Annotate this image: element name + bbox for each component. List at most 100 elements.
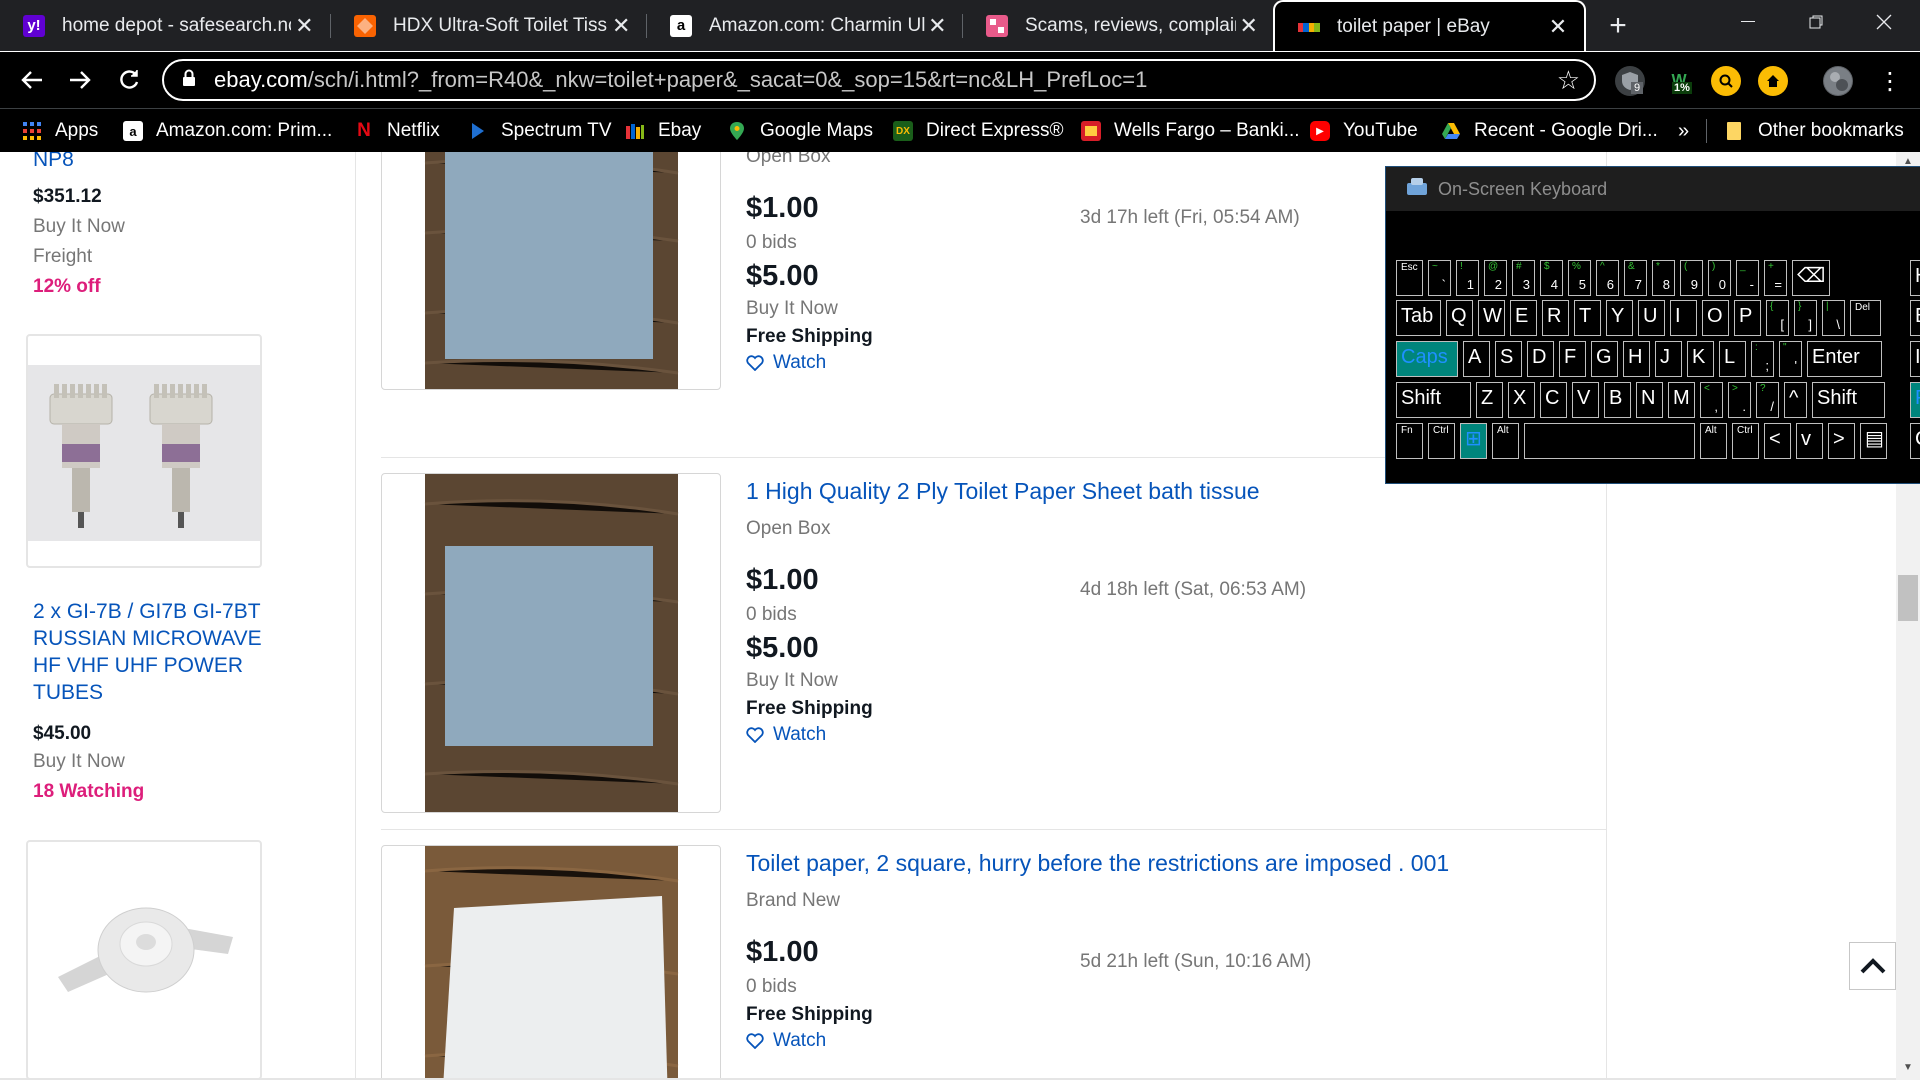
w-extension-icon[interactable]: W 1% — [1664, 66, 1694, 96]
osk-key[interactable]: ) 0 — [1708, 260, 1731, 296]
osk-key[interactable]: H — [1623, 341, 1650, 377]
osk-key[interactable]: ▤ — [1860, 423, 1887, 459]
osk-key[interactable]: Alt — [1700, 423, 1727, 459]
address-bar[interactable]: ebay.com/sch/i.html?_from=R40&_nkw=toile… — [162, 59, 1596, 101]
shield-extension-icon[interactable]: 9 — [1615, 66, 1645, 96]
osk-key[interactable]: R — [1542, 300, 1569, 336]
osk-key[interactable]: Esc — [1396, 260, 1423, 296]
close-window-button[interactable] — [1852, 0, 1916, 44]
search-extension-icon[interactable] — [1711, 66, 1741, 96]
osk-key[interactable]: #3 — [1512, 260, 1535, 296]
osk-key[interactable]: L — [1719, 341, 1746, 377]
osk-key[interactable] — [1524, 423, 1695, 459]
osk-key[interactable]: F — [1559, 341, 1586, 377]
forward-button[interactable] — [60, 60, 100, 100]
osk-key[interactable]: W — [1478, 300, 1505, 336]
menu-icon[interactable]: ⋮ — [1878, 66, 1902, 96]
osk-key[interactable]: Ctrl — [1428, 423, 1455, 459]
osk-key[interactable]: Del — [1850, 300, 1881, 336]
close-icon[interactable]: ✕ — [1236, 13, 1261, 39]
bookmark-direct-express[interactable]: DX Direct Express® — [893, 109, 1064, 153]
osk-key[interactable]: N — [1636, 382, 1663, 418]
osk-key[interactable]: V — [1572, 382, 1599, 418]
osk-key[interactable]: J — [1655, 341, 1682, 377]
osk-key[interactable]: M — [1668, 382, 1695, 418]
bookmark-youtube[interactable]: ▶ YouTube — [1310, 109, 1418, 153]
osk-key[interactable]: D — [1527, 341, 1554, 377]
osk-key[interactable]: ^ — [1784, 382, 1807, 418]
watch-button[interactable]: Watch — [746, 724, 826, 746]
osk-key[interactable]: % 5 — [1568, 260, 1591, 296]
close-icon[interactable]: ✕ — [925, 13, 950, 39]
item-title-link[interactable]: 1 High Quality 2 Ply Toilet Paper Sheet … — [746, 478, 1260, 505]
osk-key[interactable]: $4 — [1540, 260, 1563, 296]
osk-key[interactable]: C — [1910, 423, 1920, 459]
sponsored-item-title[interactable]: NP8 — [33, 152, 74, 173]
back-to-top-button[interactable] — [1849, 942, 1896, 990]
osk-key[interactable]: I — [1670, 300, 1697, 336]
osk-key[interactable]: X — [1508, 382, 1535, 418]
close-icon[interactable]: ✕ — [608, 13, 634, 39]
scrollbar-thumb[interactable] — [1898, 575, 1918, 621]
osk-key[interactable]: ~ ` — [1428, 260, 1451, 296]
osk-key[interactable]: Ctrl — [1732, 423, 1759, 459]
sponsored-item-image-card[interactable] — [26, 840, 262, 1080]
bookmark-google-maps[interactable]: Google Maps — [727, 109, 873, 153]
osk-key[interactable]: In — [1910, 341, 1920, 377]
item-image-card[interactable] — [381, 152, 721, 390]
scroll-down-arrow-icon[interactable]: ▼ — [1903, 1062, 1913, 1073]
osk-key[interactable]: ⊞ — [1460, 423, 1487, 459]
osk-key[interactable]: v — [1796, 423, 1823, 459]
osk-key[interactable]: Y — [1606, 300, 1633, 336]
osk-key[interactable]: Q — [1446, 300, 1473, 336]
osk-key[interactable]: Fn — [1396, 423, 1423, 459]
osk-key[interactable]: S — [1495, 341, 1522, 377]
osk-key[interactable]: " ' — [1779, 341, 1802, 377]
tab-home-depot-search[interactable]: y! home depot - safesearch.nc ✕ — [0, 0, 330, 51]
watch-button[interactable]: Watch — [746, 1030, 826, 1052]
osk-key[interactable]: E — [1510, 300, 1537, 336]
bookmark-ebay[interactable]: Ebay — [625, 109, 701, 153]
osk-key[interactable]: U — [1638, 300, 1665, 336]
osk-key[interactable]: E — [1910, 300, 1920, 336]
osk-key[interactable]: ⌫ — [1792, 260, 1830, 296]
minimize-button[interactable] — [1716, 0, 1780, 44]
sponsored-item-title[interactable]: 2 x GI-7B / GI7B GI-7BT RUSSIAN MICROWAV… — [33, 598, 273, 706]
other-bookmarks-folder[interactable]: Other bookmarks — [1725, 109, 1904, 153]
osk-key[interactable]: O — [1702, 300, 1729, 336]
item-image-card[interactable] — [381, 473, 721, 813]
osk-key[interactable]: G — [1591, 341, 1618, 377]
close-icon[interactable]: ✕ — [1544, 14, 1572, 40]
item-title-link[interactable]: Toilet paper, 2 square, hurry before the… — [746, 850, 1449, 877]
osk-key[interactable]: + = — [1764, 260, 1787, 296]
item-image-card[interactable] — [381, 845, 721, 1080]
bookmark-star-icon[interactable]: ☆ — [1557, 65, 1580, 96]
bookmark-google-drive[interactable]: Recent - Google Dri... — [1441, 109, 1658, 153]
osk-key[interactable]: ^ 6 — [1596, 260, 1619, 296]
bookmark-netflix[interactable]: N Netflix — [354, 109, 440, 153]
osk-key[interactable]: > — [1828, 423, 1855, 459]
bookmark-spectrum[interactable]: Spectrum TV — [468, 109, 612, 153]
more-bookmarks-button[interactable]: » — [1678, 109, 1689, 153]
osk-key[interactable]: T — [1574, 300, 1601, 336]
osk-key[interactable]: Caps — [1396, 341, 1458, 377]
tab-amazon-charmin[interactable]: a Amazon.com: Charmin Ultra ✕ — [647, 0, 962, 51]
osk-key[interactable]: Alt — [1492, 423, 1519, 459]
sponsored-item-image-card[interactable] — [26, 334, 262, 568]
bookmark-apps[interactable]: Apps — [22, 109, 98, 153]
bookmark-amazon[interactable]: a Amazon.com: Prim... — [123, 109, 332, 153]
osk-key[interactable]: Enter — [1807, 341, 1882, 377]
osk-key[interactable]: & 7 — [1624, 260, 1647, 296]
osk-key[interactable]: B — [1604, 382, 1631, 418]
osk-key[interactable]: (9 — [1680, 260, 1703, 296]
close-icon[interactable]: ✕ — [291, 13, 318, 39]
osk-key[interactable]: _ - — [1736, 260, 1759, 296]
osk-key[interactable]: H — [1910, 260, 1920, 296]
new-tab-button[interactable]: + — [1600, 8, 1636, 44]
restore-button[interactable] — [1784, 0, 1848, 44]
osk-key[interactable]: P — [1734, 300, 1761, 336]
osk-key[interactable]: Shift — [1396, 382, 1471, 418]
reload-button[interactable] — [109, 60, 149, 100]
osk-key[interactable]: C — [1540, 382, 1567, 418]
osk-key[interactable]: ? / — [1756, 382, 1779, 418]
